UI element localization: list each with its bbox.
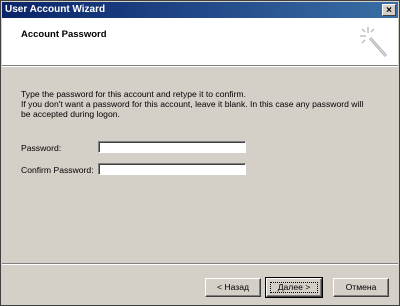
next-button[interactable]: Далее > bbox=[265, 277, 323, 298]
header-divider bbox=[2, 66, 398, 67]
confirm-password-input[interactable] bbox=[98, 163, 246, 175]
wizard-header: Account Password bbox=[2, 18, 398, 66]
next-button-label: Далее > bbox=[277, 282, 311, 292]
cancel-button-label: Отмена bbox=[345, 282, 377, 292]
password-label: Password: bbox=[21, 143, 62, 153]
back-button[interactable]: < Назад bbox=[205, 278, 261, 297]
back-button-label: < Назад bbox=[216, 282, 250, 292]
page-title: Account Password bbox=[21, 29, 107, 40]
close-button[interactable]: × bbox=[382, 4, 396, 16]
footer-divider-highlight bbox=[2, 264, 398, 265]
password-input[interactable] bbox=[98, 141, 246, 153]
instructions-line-1: Type the password for this account and r… bbox=[21, 89, 246, 99]
cancel-button[interactable]: Отмена bbox=[333, 278, 389, 297]
window-title: User Account Wizard bbox=[5, 4, 106, 15]
instructions-text: Type the password for this account and r… bbox=[21, 89, 381, 119]
close-icon[interactable]: × bbox=[386, 5, 392, 16]
wizard-wand-icon bbox=[360, 27, 388, 57]
instructions-line-3: be accepted during logon. bbox=[21, 109, 120, 119]
wizard-window: User Account Wizard × Account Password T… bbox=[0, 0, 400, 306]
instructions-line-2: If you don't want a password for this ac… bbox=[21, 99, 364, 109]
title-bar[interactable]: User Account Wizard × bbox=[2, 2, 398, 18]
confirm-password-label: Confirm Password: bbox=[21, 165, 94, 175]
